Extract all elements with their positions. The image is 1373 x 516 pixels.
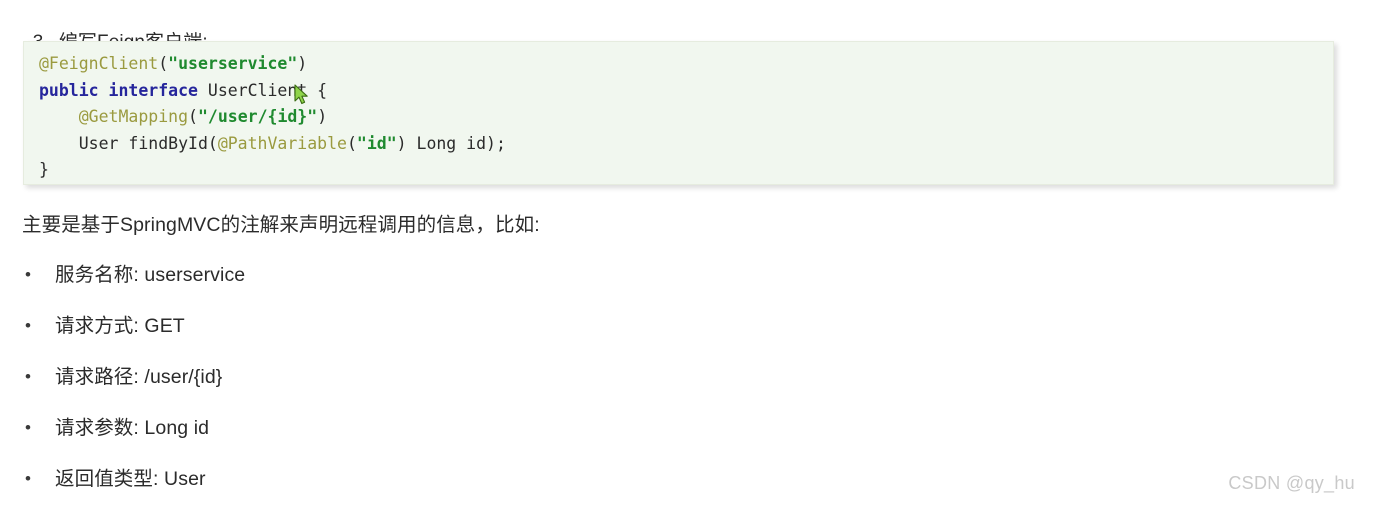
code-line: @FeignClient("userservice") xyxy=(39,51,1333,78)
bullet-marker-icon: • xyxy=(25,367,31,386)
bullet-marker-icon: • xyxy=(25,265,31,284)
list-item-text: 服务名称: userservice xyxy=(55,264,246,286)
list-item-text: 请求路径: /user/{id} xyxy=(55,366,223,388)
code-content: @FeignClient("userservice") public interf… xyxy=(24,42,1333,184)
code-line: @GetMapping("/user/{id}") xyxy=(39,104,1333,131)
bullet-marker-icon: • xyxy=(25,469,31,488)
code-token-plain: ) xyxy=(317,107,328,126)
feign-attribute-list: • 服务名称: userservice • 请求方式: GET • 请求路径: … xyxy=(22,261,922,516)
intro-paragraph: 主要是基于SpringMVC的注解来声明远程调用的信息，比如: xyxy=(22,214,540,236)
list-item-text: 请求方式: GET xyxy=(55,315,185,337)
code-token-str: "userservice" xyxy=(168,54,298,73)
code-token-ann: @FeignClient xyxy=(39,54,159,73)
code-token-plain: } xyxy=(39,160,49,179)
code-token-plain: User findById( xyxy=(39,133,218,153)
list-item: • 返回值类型: User xyxy=(22,465,922,516)
code-token-plain: ( xyxy=(158,54,169,73)
code-token-plain: UserClient { xyxy=(197,80,328,100)
list-item: • 请求方式: GET xyxy=(22,312,922,363)
code-line: } xyxy=(39,157,1333,184)
code-token-ann: @PathVariable xyxy=(217,133,347,153)
list-item: • 请求路径: /user/{id} xyxy=(22,363,922,414)
bullet-marker-icon: • xyxy=(25,418,31,437)
list-item-text: 返回值类型: User xyxy=(55,468,206,490)
code-token-plain: ( xyxy=(346,133,357,153)
code-token-kw: public interface xyxy=(39,80,198,100)
csdn-watermark: CSDN @qy_hu xyxy=(1228,473,1355,493)
code-token-ann: @GetMapping xyxy=(78,107,189,126)
bullet-marker-icon: • xyxy=(25,316,31,335)
list-item: • 服务名称: userservice xyxy=(22,261,922,312)
code-token-plain: ( xyxy=(188,107,198,126)
code-token-str: "/user/{id}" xyxy=(197,107,318,126)
list-item: • 请求参数: Long id xyxy=(22,414,922,465)
code-token-plain: ) Long id); xyxy=(396,133,506,153)
code-line: User findById(@PathVariable("id") Long i… xyxy=(39,131,1333,158)
code-line: public interface UserClient { xyxy=(39,78,1333,105)
code-token-plain: ) xyxy=(297,54,308,73)
code-token-str: "id" xyxy=(356,133,397,153)
code-block[interactable]: @FeignClient("userservice") public interf… xyxy=(23,41,1334,185)
list-item-text: 请求参数: Long id xyxy=(55,417,210,439)
